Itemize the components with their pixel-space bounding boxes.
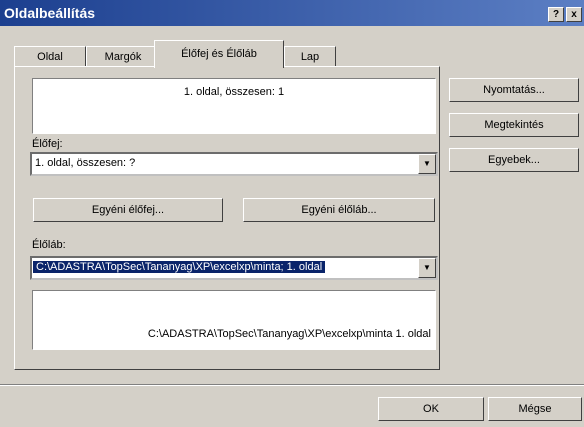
footer-dropdown-value: C:\ADASTRA\TopSec\Tananyag\XP\excelxp\mi…: [33, 261, 326, 273]
tab-lap[interactable]: Lap: [284, 46, 336, 67]
chevron-down-icon[interactable]: ▼: [418, 154, 436, 174]
footer-label: Élőláb:: [32, 239, 66, 251]
footer-preview-text: C:\ADASTRA\TopSec\Tananyag\XP\excelxp\mi…: [147, 328, 431, 340]
tab-margok[interactable]: Margók: [86, 46, 160, 67]
dialog-divider: [0, 384, 584, 386]
custom-footer-button[interactable]: Egyéni élőláb...: [243, 198, 435, 222]
cancel-button[interactable]: Mégse: [488, 397, 582, 421]
print-preview-button[interactable]: Megtekintés: [449, 113, 579, 137]
close-button[interactable]: x: [566, 7, 582, 22]
help-button[interactable]: ?: [548, 7, 564, 22]
header-preview-text: 1. oldal, összesen: 1: [183, 86, 285, 98]
ok-button[interactable]: OK: [378, 397, 484, 421]
header-preview: 1. oldal, összesen: 1: [32, 78, 436, 134]
header-dropdown[interactable]: 1. oldal, összesen: ? ▼: [30, 152, 438, 176]
tab-elofej-es-elolab[interactable]: Élőfej és Élőláb: [154, 40, 284, 68]
title-bar: Oldalbeállítás ? x: [0, 0, 584, 26]
print-button[interactable]: Nyomtatás...: [449, 78, 579, 102]
tab-oldal[interactable]: Oldal: [14, 46, 86, 67]
custom-header-button[interactable]: Egyéni élőfej...: [33, 198, 223, 222]
footer-preview: C:\ADASTRA\TopSec\Tananyag\XP\excelxp\mi…: [32, 290, 436, 350]
chevron-down-icon[interactable]: ▼: [418, 258, 436, 278]
header-dropdown-value: 1. oldal, összesen: ?: [35, 157, 136, 169]
header-label: Élőfej:: [32, 138, 63, 150]
window-title: Oldalbeállítás: [4, 5, 96, 21]
footer-dropdown[interactable]: C:\ADASTRA\TopSec\Tananyag\XP\excelxp\mi…: [30, 256, 438, 280]
options-button[interactable]: Egyebek...: [449, 148, 579, 172]
